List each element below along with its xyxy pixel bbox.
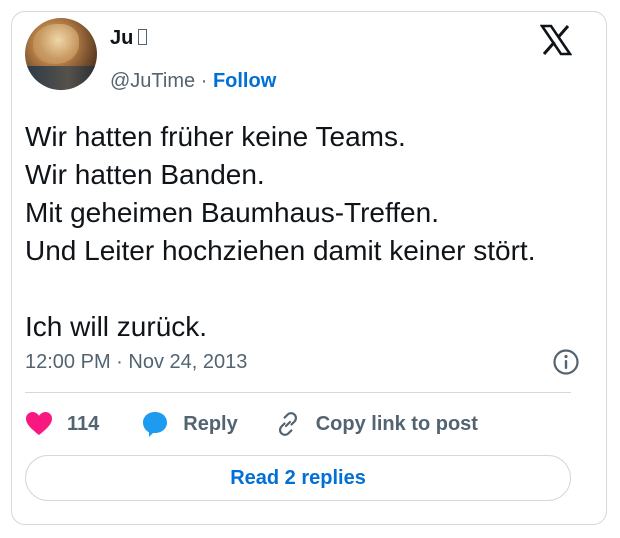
author-name-row[interactable]: Ju: [110, 26, 148, 50]
tweet-line: Wir hatten Banden.: [25, 159, 265, 190]
avatar-shoulder: [25, 66, 97, 90]
author-name[interactable]: Ju: [110, 27, 133, 49]
x-logo-icon[interactable]: [540, 24, 572, 56]
author-handle[interactable]: @JuTime: [110, 70, 195, 92]
read-replies-button[interactable]: Read 2 replies: [25, 455, 571, 501]
speech-bubble-icon: [143, 412, 168, 437]
reply-button[interactable]: Reply: [141, 410, 238, 438]
missing-glyph-icon: [138, 29, 148, 45]
reply-label: Reply: [183, 412, 238, 435]
likes-count: 114: [67, 412, 100, 435]
divider: [25, 392, 571, 393]
tweet-line: Mit geheimen Baumhaus-Treffen.: [25, 197, 439, 228]
info-icon[interactable]: [552, 348, 580, 376]
tweet-line: Ich will zurück.: [25, 311, 208, 342]
tweet-line: Und Leiter hochziehen damit keiner stört…: [25, 235, 536, 266]
avatar[interactable]: [25, 18, 97, 90]
copy-link-label: Copy link to post: [315, 412, 478, 435]
tweet-line: Wir hatten früher keine Teams.: [25, 121, 406, 152]
handle-row: @JuTime · Follow: [110, 68, 276, 94]
avatar-hair: [33, 24, 79, 64]
follow-button[interactable]: Follow: [213, 70, 276, 92]
link-icon: [278, 412, 297, 436]
like-button[interactable]: 114: [25, 411, 99, 437]
heart-icon: [26, 412, 52, 435]
copy-link-button[interactable]: Copy link to post: [274, 410, 478, 438]
action-bar: 114 Reply Copy link to post: [25, 405, 478, 443]
tweet-text: Wir hatten früher keine Teams. Wir hatte…: [25, 118, 585, 346]
separator-dot: ·: [200, 70, 208, 92]
timestamp[interactable]: 12:00 PM · Nov 24, 2013: [25, 349, 247, 375]
